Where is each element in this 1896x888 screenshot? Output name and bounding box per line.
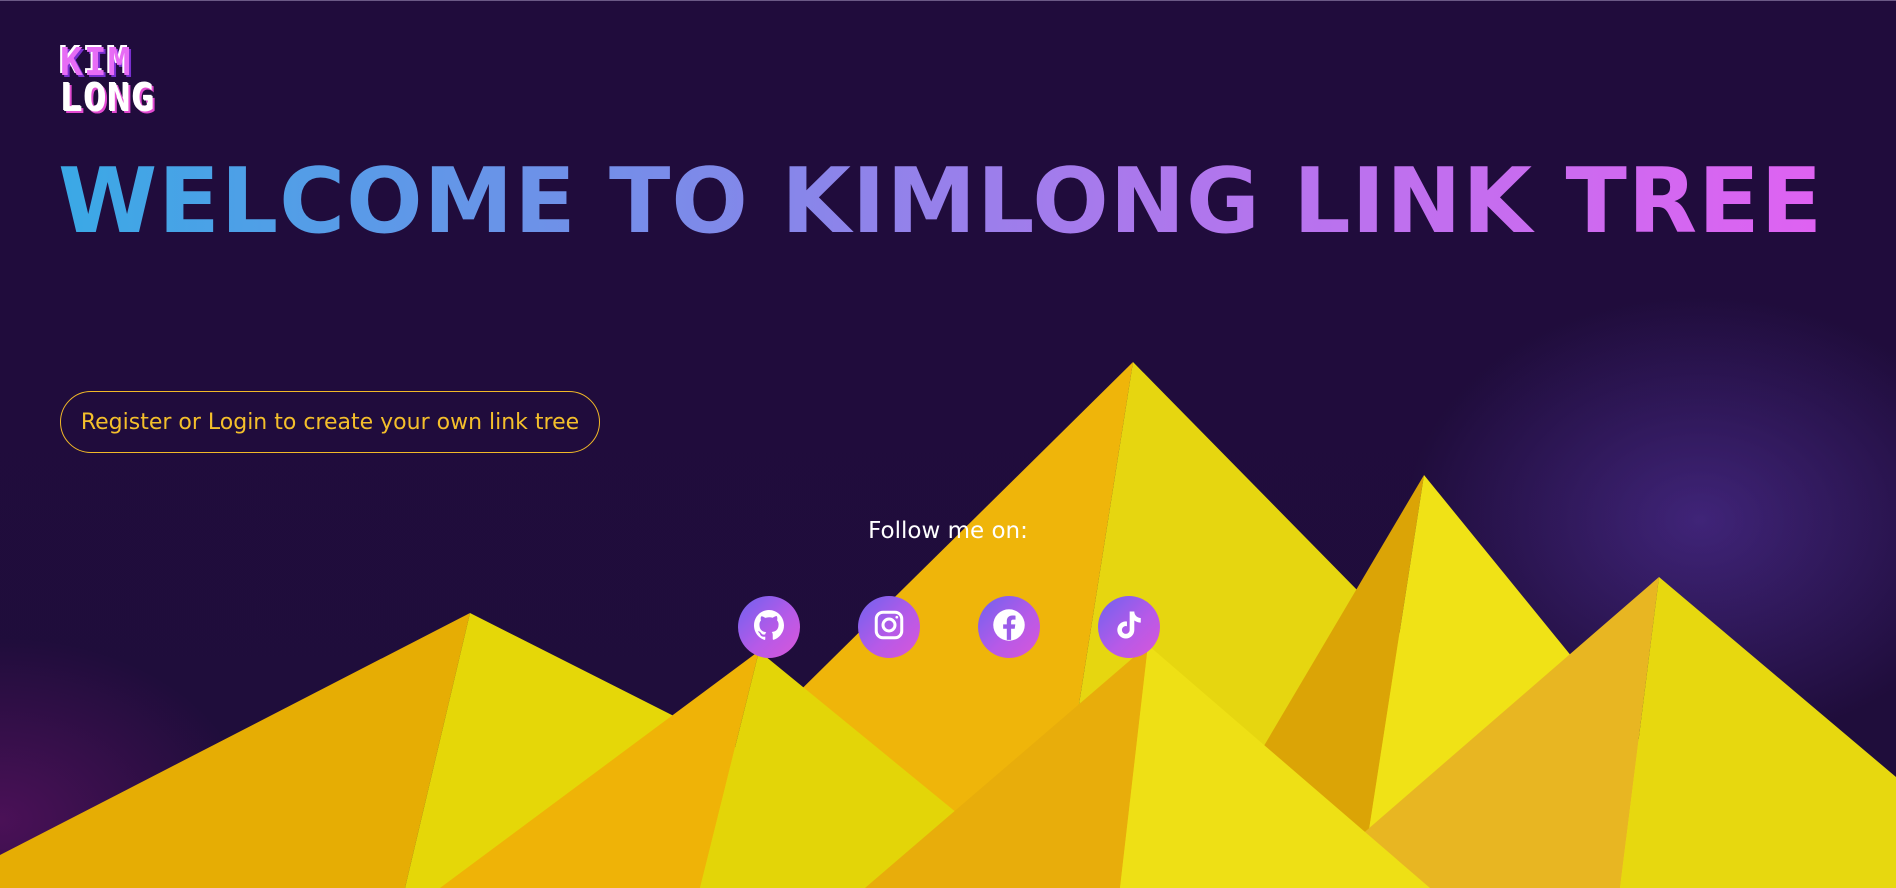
instagram-link[interactable] (858, 596, 920, 658)
page-title: WELCOME TO KIMLONG LINK TREE (58, 149, 1824, 254)
logo-line-2: LONG (60, 76, 156, 120)
github-link[interactable] (738, 596, 800, 658)
tiktok-icon (1111, 607, 1147, 647)
instagram-icon (871, 607, 907, 647)
page-background: KIM LONG WELCOME TO KIMLONG LINK TREE Re… (0, 0, 1896, 888)
github-icon (751, 607, 787, 647)
tiktok-link[interactable] (1098, 596, 1160, 658)
logo-line-1: KIM (60, 40, 132, 84)
facebook-link[interactable] (978, 596, 1040, 658)
logo[interactable]: KIM LONG (60, 40, 156, 120)
follow-label: Follow me on: (868, 518, 1028, 544)
register-login-button[interactable]: Register or Login to create your own lin… (60, 391, 600, 453)
facebook-icon (991, 607, 1027, 647)
